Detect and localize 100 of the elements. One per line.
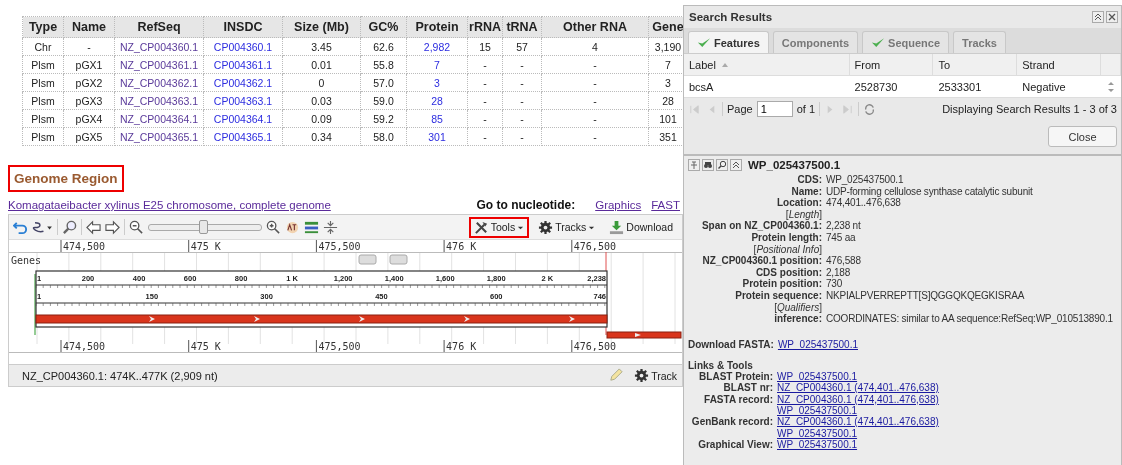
table-cell-text: Negative [1021,79,1067,95]
record-link[interactable]: NZ_CP004360.1 (474,401..476,638) [777,382,939,394]
gene-feature[interactable] [606,331,682,339]
page-input[interactable]: 1 [756,101,793,117]
record-link[interactable]: WP_025437500.1 [777,439,858,451]
start-marker [34,273,36,336]
record-link[interactable]: NZ_CP004360.1 (474,401..476,638) [777,393,939,405]
field-value: 745 aa [826,231,857,244]
close-button[interactable]: Close [1048,126,1117,147]
column-header[interactable]: Label [684,54,850,75]
table-cell: Plsm [31,76,55,89]
field-value: 474,401..476,638 [826,197,902,209]
download-label: Download FASTA: [688,338,774,350]
organism-link[interactable]: Komagataeibacter xylinus E25 chromosome, complete genome [8,199,331,211]
results-summary: Displaying Search Results 1 - 3 of 3 [942,103,1117,115]
table-link[interactable]: 7 [434,58,440,71]
zoom-slider[interactable] [148,223,262,231]
close-icon[interactable] [1106,11,1118,23]
tracks-button[interactable]: Tracks [533,216,601,238]
tab[interactable]: Sequence [862,31,950,53]
record-link[interactable]: WP_025437500.1 [777,404,858,417]
scrollbar-arrows-icon[interactable] [1107,79,1115,94]
table-cell: - [520,94,524,107]
goto-label: Go to nucleotide: [476,198,576,212]
table-cell: 59.2 [373,112,394,125]
record-link[interactable]: WP_025437500.1 [777,427,858,440]
tools-button[interactable]: Tools [468,216,530,238]
record-link[interactable]: NZ_CP004360.1 (474,401..476,638) [777,416,939,428]
table-cell: - [87,40,91,53]
table-link[interactable]: 3 [434,76,440,89]
sequence-icon[interactable] [285,219,300,235]
column-header[interactable]: To [933,54,1018,75]
table-cell: - [520,58,524,71]
forward-arrow-icon[interactable] [105,219,120,235]
collapse-button[interactable] [730,159,742,171]
table-cell: 3,190 [654,40,682,53]
table-cell: 0.09 [311,112,332,125]
search-icon[interactable] [716,159,728,171]
field-value: COORDINATES: similar to AA sequence:RefSeq:WP_010513890.1 [826,313,1114,325]
table-cell: 3.45 [311,40,332,53]
zoom-in-icon[interactable] [266,219,281,235]
link-label: BLAST Protein: [698,370,773,383]
table-cell: pGX1 [75,58,103,71]
table-cell: 15 [479,40,491,53]
field-value: WP_025437500.1 [826,174,905,186]
table-cell: 57 [516,40,528,53]
refresh-icon[interactable] [863,102,877,116]
position-ruler: 474,500 475 K 475,500 476 K 476,500 [9,240,682,253]
field-value: 2,238 nt [826,220,862,232]
collapse-button[interactable] [1092,11,1104,23]
table-cell: 3 [665,76,671,89]
table-cell: 7 [665,58,671,71]
table-cell: - [520,76,524,89]
collapse-icon[interactable] [323,219,338,235]
field-label: NZ_CP004360.1 position: [701,255,822,267]
table-cell: - [483,130,487,143]
table-cell: pGX4 [75,112,103,125]
tab[interactable]: Tracks [953,31,1006,53]
tracks-button[interactable]: Track [629,365,682,386]
back-arrow-icon[interactable] [86,219,101,235]
links-title: Links & Tools [688,359,754,371]
column-header: tRNA [502,16,542,38]
record-link[interactable]: WP_025437500.1 [777,370,858,383]
column-header: RefSeq [114,16,204,38]
field-label: CDS position: [754,266,822,279]
goto-link[interactable]: FAST [651,199,680,211]
link-label: FASTA record: [703,393,773,407]
page-count: of 1 [796,103,816,115]
zoom-out-icon[interactable] [129,219,144,235]
table-cell-text: 2533301 [937,79,983,95]
strand-icon[interactable] [32,219,53,235]
field-value: 730 [826,278,844,290]
download-button[interactable]: Download [604,216,678,238]
download-link[interactable]: WP_025437500.1 [777,338,858,350]
tracks-layout-icon[interactable] [304,219,319,235]
column-header: Type [22,16,64,38]
checkmark-icon [697,37,711,48]
table-link[interactable]: 28 [431,94,443,107]
table-link[interactable]: 301 [428,130,446,143]
table-cell: 62.6 [373,40,394,53]
table-link[interactable]: 85 [431,112,443,125]
table-cell: 55.8 [373,58,394,71]
column-header[interactable]: From [849,54,934,75]
search-icon[interactable] [62,219,77,235]
column-header: Protein [406,16,468,38]
column-header[interactable]: Strand [1017,54,1102,75]
table-cell: - [593,58,597,71]
field-label: Location: [776,197,822,209]
tab[interactable]: Components [772,31,859,53]
table-cell: Plsm [31,112,55,125]
column-header: INSDC [203,16,283,38]
tab[interactable]: Features [688,31,769,53]
table-cell: 0 [318,76,325,89]
binoculars-icon[interactable] [702,159,714,171]
goto-link[interactable]: Graphics [595,199,642,211]
table-cell: 101 [659,112,677,125]
table-cell-text: 2528730 [853,79,899,95]
column-header: GC% [360,16,407,38]
column-header: Other RNA [541,16,649,38]
hammer-wrench-icon [473,219,489,235]
